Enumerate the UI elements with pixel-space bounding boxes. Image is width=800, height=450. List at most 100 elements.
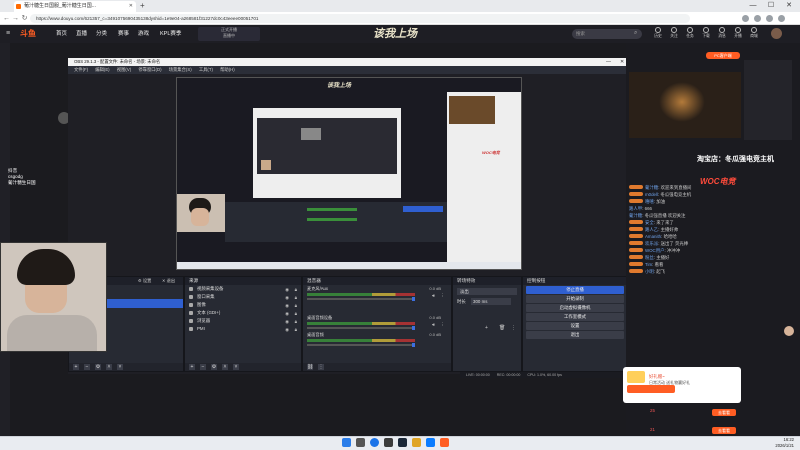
start-virtual-camera-button[interactable]: 启动虚拟摄像机 (526, 304, 624, 312)
menu-icon[interactable] (778, 15, 785, 22)
nav-home[interactable]: 首页 (56, 25, 67, 43)
app-icon[interactable] (426, 438, 435, 447)
hamburger-icon[interactable]: ≡ (6, 30, 10, 37)
source-item[interactable]: 浏览器 ◉ 🔒︎ (185, 317, 301, 325)
reload-icon[interactable]: ↻ (20, 12, 29, 25)
more-icon[interactable]: ⋮ (318, 364, 324, 370)
follow-icon[interactable]: 关注 (668, 27, 680, 41)
nav-games[interactable]: 游戏 (138, 25, 149, 43)
go-see-button[interactable]: 去看看 (712, 409, 736, 416)
ad-video[interactable] (629, 72, 741, 138)
source-item[interactable]: 文本 (GDI+) ◉ 🔒︎ (185, 309, 301, 317)
source-item[interactable]: PMI ◉ 🔒︎ (185, 325, 301, 333)
task-icon[interactable]: 任务 (684, 27, 696, 41)
obs-menu-view[interactable]: 视图(V) (117, 67, 131, 72)
chrome-icon[interactable] (370, 438, 379, 447)
go-see-button-2[interactable]: 去看看 (712, 427, 736, 434)
visibility-icon[interactable]: ◉ (285, 326, 289, 334)
exit-button[interactable]: 退出 (526, 331, 624, 339)
history-icon[interactable]: 历史 (652, 27, 664, 41)
download-icon[interactable]: 下载 (700, 27, 712, 41)
browser-tab[interactable]: 葡汁糖生日国服_葡汁糖生日国... ✕ (14, 1, 136, 12)
studio-mode-button[interactable]: 工作室模式 (526, 313, 624, 321)
obs-menu-docks[interactable]: 停靠窗口(D) (138, 67, 161, 72)
user-avatar[interactable] (771, 28, 782, 39)
obs-menu-help[interactable]: 帮助(H) (220, 67, 235, 72)
extension-icon[interactable] (742, 15, 749, 22)
close-window-button[interactable]: ✕ (780, 0, 798, 12)
remove-transition-button[interactable]: 🗑︎ (499, 325, 505, 331)
move-up-button[interactable]: ˄ (222, 364, 228, 370)
promo-banner[interactable]: 正式开播 直播中 (198, 27, 260, 41)
transition-select[interactable]: 淡出 (457, 288, 517, 295)
preview-nested-canvas (257, 118, 397, 174)
nav-category[interactable]: 分类 (96, 25, 107, 43)
add-transition-button[interactable]: + (485, 325, 488, 331)
steam-icon[interactable] (398, 438, 407, 447)
folder-icon[interactable] (412, 438, 421, 447)
obs-settings-button[interactable]: ⚙ 设置 (138, 278, 151, 284)
volume-slider[interactable] (307, 343, 415, 347)
add-source-button[interactable]: + (189, 364, 195, 370)
tab-close-icon[interactable]: ✕ (129, 1, 133, 12)
site-search-input[interactable]: 搜索 (572, 29, 642, 39)
pc-client-button[interactable]: PC客户端 (706, 52, 740, 59)
nav-kpl[interactable]: KPL赛季 (160, 25, 181, 43)
maximize-button[interactable]: ☐ (762, 0, 780, 12)
start-recording-button[interactable]: 开始录制 (526, 295, 624, 303)
floating-avatar[interactable] (784, 326, 794, 336)
nav-events[interactable]: 赛事 (118, 25, 129, 43)
broadcast-icon[interactable]: 开播 (732, 27, 744, 41)
obs-close-button[interactable]: ✕ (620, 58, 624, 66)
duration-input[interactable]: 300 ms (471, 298, 512, 305)
obs-menu-edit[interactable]: 编辑(E) (95, 67, 109, 72)
transition-menu-icon[interactable]: ⋮ (511, 325, 516, 331)
obs-menu-file[interactable]: 文件(F) (74, 67, 88, 72)
filter-scene-button[interactable]: ⚙ (95, 364, 101, 370)
speaker-icon[interactable]: 🔊︎ (432, 293, 435, 298)
source-item[interactable]: 窗口采集 ◉ 🔒︎ (185, 293, 301, 301)
source-properties-button[interactable]: ⚙ (211, 364, 217, 370)
douyu-logo[interactable]: 斗鱼 (20, 28, 46, 40)
search-icon[interactable]: ⌕ (634, 30, 637, 37)
new-tab-button[interactable]: + (140, 1, 145, 11)
obs-menu-tools[interactable]: 工具(T) (199, 67, 213, 72)
link-icon[interactable]: ⛓ (307, 364, 313, 370)
obs-preview-canvas[interactable]: 该我上场 WOC电竞 (176, 77, 522, 270)
volume-slider[interactable] (307, 326, 415, 330)
move-down-button[interactable]: ˅ (233, 364, 239, 370)
move-down-button[interactable]: ˅ (117, 364, 123, 370)
more-options-icon[interactable]: ⋮ (441, 322, 446, 328)
speaker-icon[interactable]: 🔊︎ (432, 322, 435, 327)
obs-icon[interactable] (384, 438, 393, 447)
lock-icon[interactable]: 🔒︎ (295, 326, 297, 334)
source-item[interactable]: 视频采集设备 ◉ 🔒︎ (185, 285, 301, 293)
forward-icon[interactable]: → (11, 12, 20, 25)
obs-exit-button[interactable]: ✕ 退出 (162, 278, 175, 284)
settings-button[interactable]: 设置 (526, 322, 624, 330)
obs-menu-scene-collection[interactable]: 场景集合(S) (169, 67, 192, 72)
chat-message: 葡汁糖: 冬瓜强直播 欢迎关注 (629, 213, 686, 218)
remove-scene-button[interactable]: − (84, 364, 90, 370)
url-input[interactable]: https://www.douyu.com/621357_c=349107569… (30, 14, 690, 23)
profile-icon[interactable] (754, 15, 761, 22)
douyu-app-icon[interactable] (440, 438, 449, 447)
minimize-button[interactable]: — (744, 0, 762, 12)
gift-popup[interactable]: 好礼赠~ 日常活动 送礼物赢好礼 (623, 367, 741, 403)
remove-source-button[interactable]: − (200, 364, 206, 370)
start-icon[interactable] (342, 438, 351, 447)
message-icon[interactable]: 消息 (716, 27, 728, 41)
obs-minimize-button[interactable]: — (606, 58, 611, 66)
volume-slider[interactable] (307, 297, 415, 301)
search-taskbar-icon[interactable] (356, 438, 365, 447)
nav-live[interactable]: 直播 (76, 25, 87, 43)
back-icon[interactable]: ← (2, 12, 11, 25)
stop-streaming-button[interactable]: 停止直播 (526, 286, 624, 294)
move-up-button[interactable]: ˄ (106, 364, 112, 370)
source-item[interactable]: 图像 ◉ 🔒︎ (185, 301, 301, 309)
shop-icon[interactable]: 商城 (748, 27, 760, 41)
add-scene-button[interactable]: + (73, 364, 79, 370)
system-clock[interactable]: 16:22 2026/1/21 (758, 437, 794, 448)
more-options-icon[interactable]: ⋮ (441, 293, 446, 299)
settings-icon[interactable] (766, 15, 773, 22)
